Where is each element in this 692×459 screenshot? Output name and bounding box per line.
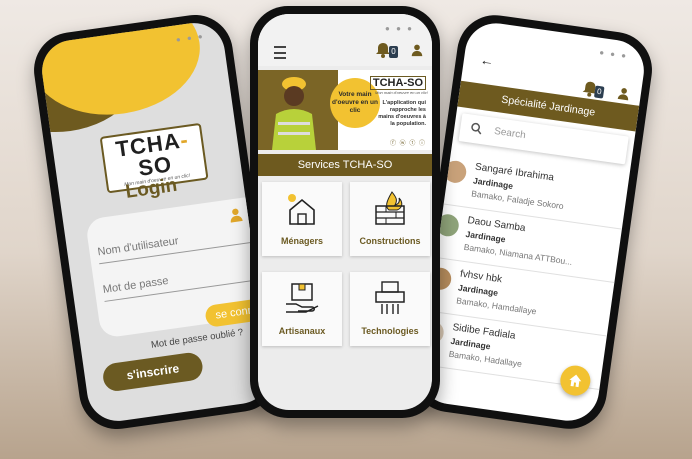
avatar [442, 159, 468, 185]
status-dots: ● ● ● [598, 47, 629, 61]
brick-wall-fire-icon [375, 191, 405, 225]
worker-photo [258, 70, 338, 150]
home-phone: ● ● ● 0 Votre main d'oeuvre en un clic T… [250, 6, 440, 418]
specialty-phone: ● ● ● ← 0 Spécialité Jardinage Search Sa… [407, 10, 657, 434]
service-tile-constructions[interactable]: Constructions [350, 182, 430, 256]
menu-icon[interactable] [274, 46, 286, 59]
notification-badge: 0 [593, 85, 605, 99]
specialty-screen: ● ● ● ← 0 Spécialité Jardinage Search Sa… [416, 19, 648, 425]
login-phone: ● ● ● TCHA-SO Mon main d'oeuvre en un cl… [29, 10, 283, 434]
login-screen: ● ● ● TCHA-SO Mon main d'oeuvre en un cl… [38, 19, 274, 425]
services-title: Services TCHA-SO [258, 154, 432, 176]
app-header: ● ● ● 0 [258, 14, 432, 66]
profile-icon[interactable] [616, 85, 632, 103]
house-sun-icon [288, 194, 315, 225]
bell-icon[interactable] [376, 42, 390, 58]
hand-box-icon [286, 283, 319, 313]
profile-icon[interactable] [410, 42, 424, 58]
user-icon [230, 208, 243, 223]
notification-badge: 0 [389, 46, 398, 58]
banner-description: L'application qui rapproche les mains d'… [378, 100, 426, 127]
username-input[interactable]: Nom d'utilisateur [96, 223, 262, 265]
forgot-password-link[interactable]: Mot de passe oublié ? [150, 327, 244, 351]
service-tile-technologies[interactable]: Technologies [350, 272, 430, 346]
home-screen: ● ● ● 0 Votre main d'oeuvre en un clic T… [258, 14, 432, 410]
service-tile-menagers[interactable]: Ménagers [262, 182, 342, 256]
service-tile-artisanaux[interactable]: Artisanaux [262, 272, 342, 346]
status-dots: ● ● ● [385, 24, 414, 33]
shredder-icon [375, 281, 405, 314]
search-icon [471, 122, 482, 135]
home-icon [569, 374, 582, 388]
signup-button[interactable]: s'inscrire [101, 351, 205, 393]
promo-banner: Votre main d'oeuvre en un clic TCHA-SO M… [258, 70, 432, 150]
social-icons: ⓕ ⓦ ⓣ ⓘ [389, 141, 426, 147]
back-arrow-icon[interactable]: ← [479, 51, 495, 69]
banner-logo: TCHA-SO [369, 76, 426, 90]
password-input[interactable]: Mot de passe [102, 261, 268, 302]
